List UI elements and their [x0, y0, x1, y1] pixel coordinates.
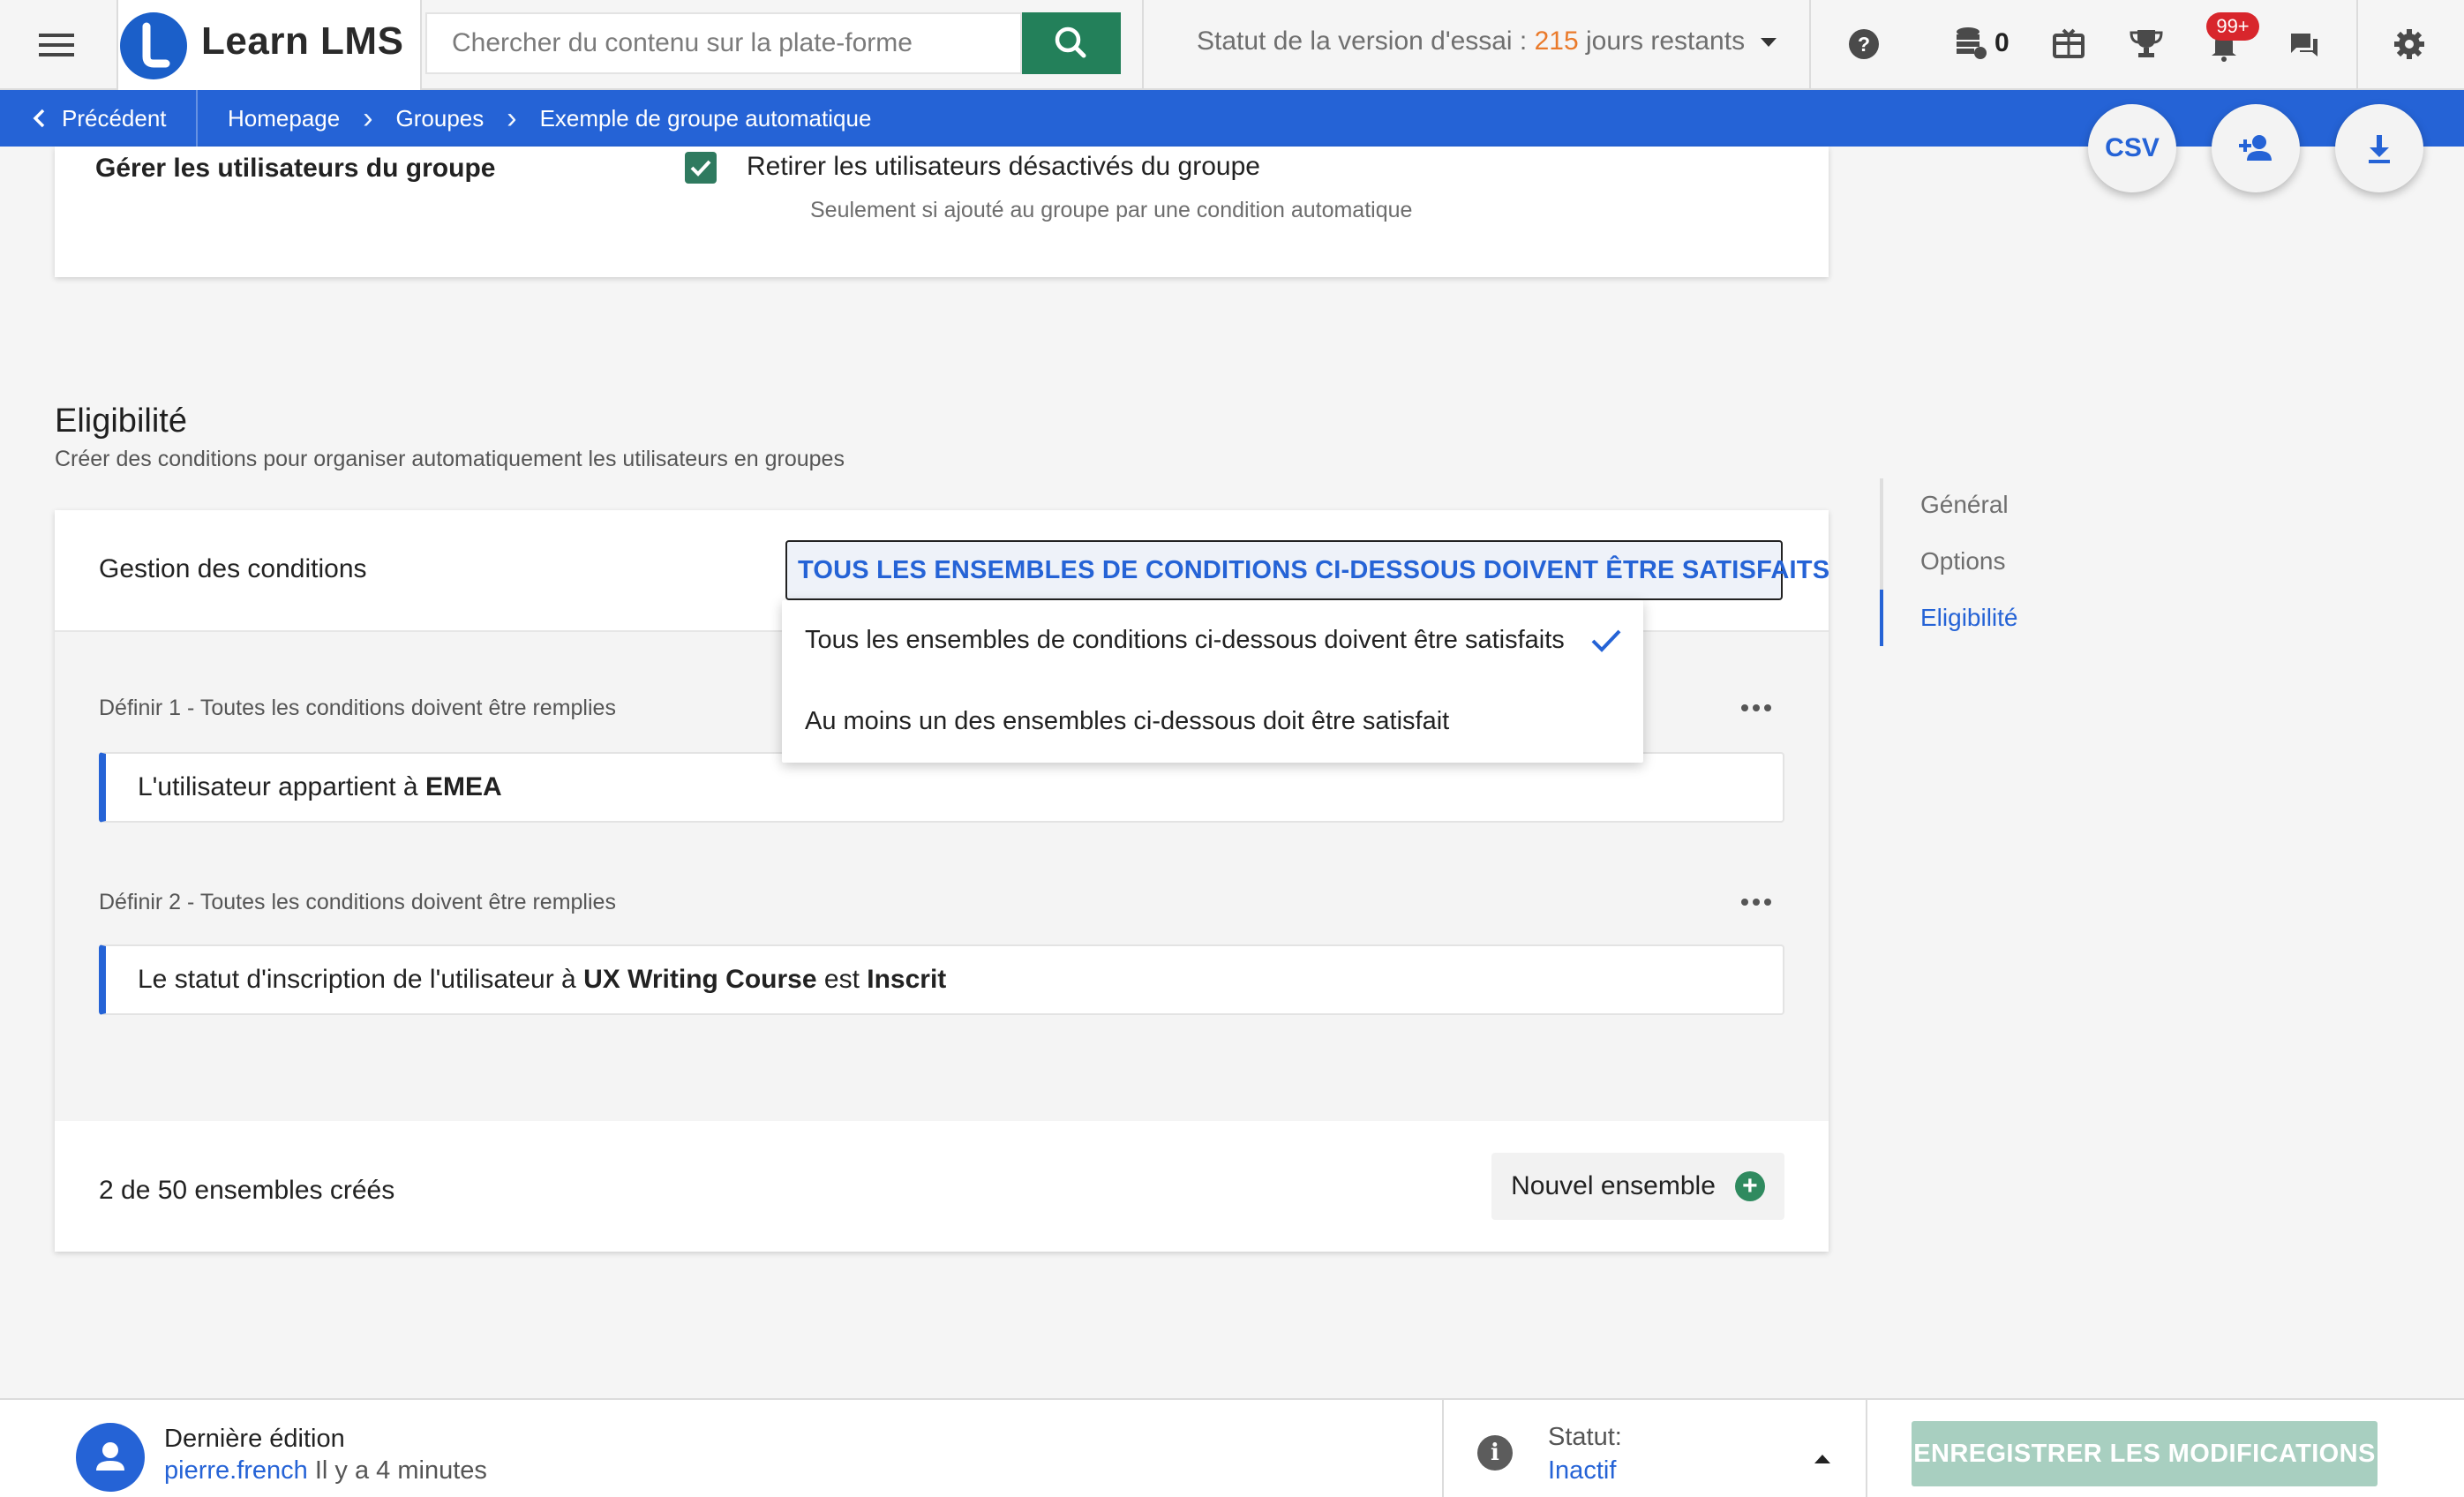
caret-down-icon	[1761, 38, 1777, 48]
download-icon	[2369, 135, 2390, 163]
search-icon	[1055, 26, 1086, 58]
condition-management-value: TOUS LES ENSEMBLES DE CONDITIONS CI-DESS…	[798, 555, 1830, 584]
status-value[interactable]: Inactif	[1548, 1456, 1616, 1486]
trophy-icon[interactable]	[2122, 19, 2171, 69]
search-button[interactable]	[1022, 12, 1121, 74]
divider	[1809, 0, 1811, 90]
new-set-label: Nouvel ensemble	[1511, 1171, 1716, 1200]
back-button[interactable]: Précédent	[32, 90, 167, 147]
last-edit-label: Dernière édition	[164, 1425, 345, 1453]
credits-count: 0	[1994, 28, 2010, 57]
plus-icon: +	[1734, 1171, 1765, 1201]
menu-icon[interactable]	[35, 28, 78, 62]
manage-users-hint: Seulement si ajouté au groupe par une co…	[810, 198, 1413, 222]
trial-prefix: Statut de la version d'essai :	[1197, 26, 1535, 56]
manage-users-label: Gérer les utilisateurs du groupe	[95, 154, 496, 183]
divider	[1142, 0, 1144, 90]
eligibility-title: Eligibilité	[55, 402, 187, 440]
check-icon	[690, 160, 711, 177]
breadcrumb-groups[interactable]: Groupes	[396, 105, 485, 132]
condition-options-menu: Tous les ensembles de conditions ci-dess…	[782, 600, 1643, 763]
side-nav-options[interactable]: Options	[1920, 547, 2006, 575]
help-icon[interactable]: ?	[1839, 19, 1889, 69]
bottom-bar: Dernière édition pierre.french Il y a 4 …	[0, 1398, 2464, 1497]
svg-text:?: ?	[1858, 33, 1870, 56]
user-icon	[96, 1442, 124, 1471]
divider	[1866, 1400, 1867, 1497]
condition-text: est	[816, 965, 868, 994]
breadcrumb: Homepage › Groupes › Exemple de groupe a…	[228, 90, 871, 147]
more-icon[interactable]	[1733, 886, 1779, 918]
notification-badge: 99+	[2206, 12, 2259, 41]
csv-label: CSV	[2105, 133, 2160, 162]
side-nav-general[interactable]: Général	[1920, 491, 2009, 519]
condition-row[interactable]: L'utilisateur appartient à EMEA	[99, 752, 1784, 823]
sets-count: 2 de 50 ensembles créés	[99, 1176, 395, 1205]
download-button[interactable]	[2335, 104, 2423, 192]
save-changes-button[interactable]: ENREGISTRER LES MODIFICATIONS	[1912, 1421, 2378, 1486]
side-nav-active-indicator	[1880, 590, 1883, 646]
chat-icon[interactable]	[2279, 19, 2328, 69]
coins-icon[interactable]	[1947, 19, 1996, 69]
option-label: Tous les ensembles de conditions ci-dess…	[805, 625, 1565, 654]
add-user-icon	[2239, 135, 2272, 161]
avatar	[76, 1423, 145, 1492]
condition-row[interactable]: Le statut d'inscription de l'utilisateur…	[99, 944, 1784, 1015]
eligibility-subtitle: Créer des conditions pour organiser auto…	[55, 447, 845, 471]
condition-value: Inscrit	[867, 965, 947, 994]
eligibility-footer: 2 de 50 ensembles créés Nouvel ensemble …	[55, 1121, 1829, 1252]
option-label: Au moins un des ensembles ci-dessous doi…	[805, 706, 1450, 735]
condition-management-label: Gestion des conditions	[99, 554, 367, 583]
more-icon[interactable]	[1733, 692, 1779, 724]
logo-mark-icon	[120, 12, 187, 79]
top-bar: Learn LMS Statut de la version d'essai :…	[0, 0, 2464, 90]
option-all-sets[interactable]: Tous les ensembles de conditions ci-dess…	[782, 600, 1643, 680]
last-edit-time: Il y a 4 minutes	[307, 1456, 487, 1485]
trial-status[interactable]: Statut de la version d'essai : 215 jours…	[1197, 26, 1778, 56]
app-name: Learn LMS	[201, 19, 404, 63]
add-user-button[interactable]	[2212, 104, 2300, 192]
condition-value: UX Writing Course	[583, 965, 817, 994]
condition-text: L'utilisateur appartient à	[138, 772, 425, 801]
set-header: Définir 2 - Toutes les conditions doiven…	[99, 890, 616, 914]
chevron-left-icon	[33, 109, 45, 128]
trial-days: 215	[1534, 26, 1579, 56]
condition-value: EMEA	[424, 772, 502, 801]
new-set-button[interactable]: Nouvel ensemble +	[1491, 1153, 1784, 1220]
last-edit-user-link[interactable]: pierre.french	[164, 1456, 308, 1485]
status-label: Statut:	[1548, 1423, 1622, 1451]
trial-suffix: jours restants	[1578, 26, 1746, 56]
gift-icon[interactable]	[2044, 19, 2093, 69]
search-input[interactable]	[425, 12, 1022, 74]
condition-text: Le statut d'inscription de l'utilisateur…	[138, 965, 584, 994]
info-icon[interactable]: i	[1477, 1435, 1513, 1471]
remove-deactivated-label[interactable]: Retirer les utilisateurs désactivés du g…	[747, 152, 1260, 182]
caret-up-icon[interactable]	[1814, 1455, 1830, 1463]
divider	[2356, 0, 2358, 90]
remove-deactivated-checkbox[interactable]	[685, 152, 717, 184]
condition-management-select[interactable]: TOUS LES ENSEMBLES DE CONDITIONS CI-DESS…	[785, 540, 1829, 600]
checkmark-icon	[1589, 627, 1624, 655]
divider	[196, 90, 198, 147]
side-nav-eligibility[interactable]: Eligibilité	[1920, 604, 2018, 632]
breadcrumb-current: Exemple de groupe automatique	[539, 104, 872, 132]
last-edit-info: pierre.french Il y a 4 minutes	[164, 1456, 487, 1486]
chevron-right-icon: ›	[363, 102, 373, 135]
settings-icon[interactable]	[2385, 19, 2434, 69]
set-header: Définir 1 - Toutes les conditions doiven…	[99, 696, 616, 720]
option-any-set[interactable]: Au moins un des ensembles ci-dessous doi…	[782, 681, 1643, 761]
divider	[1442, 1400, 1444, 1497]
back-label: Précédent	[62, 104, 167, 132]
breadcrumb-homepage[interactable]: Homepage	[228, 105, 340, 132]
csv-button[interactable]: CSV	[2088, 104, 2176, 192]
logo[interactable]: Learn LMS	[116, 0, 422, 90]
manage-users-card: Gérer les utilisateurs du groupe Retirer…	[55, 147, 1829, 277]
chevron-right-icon: ›	[507, 102, 517, 135]
